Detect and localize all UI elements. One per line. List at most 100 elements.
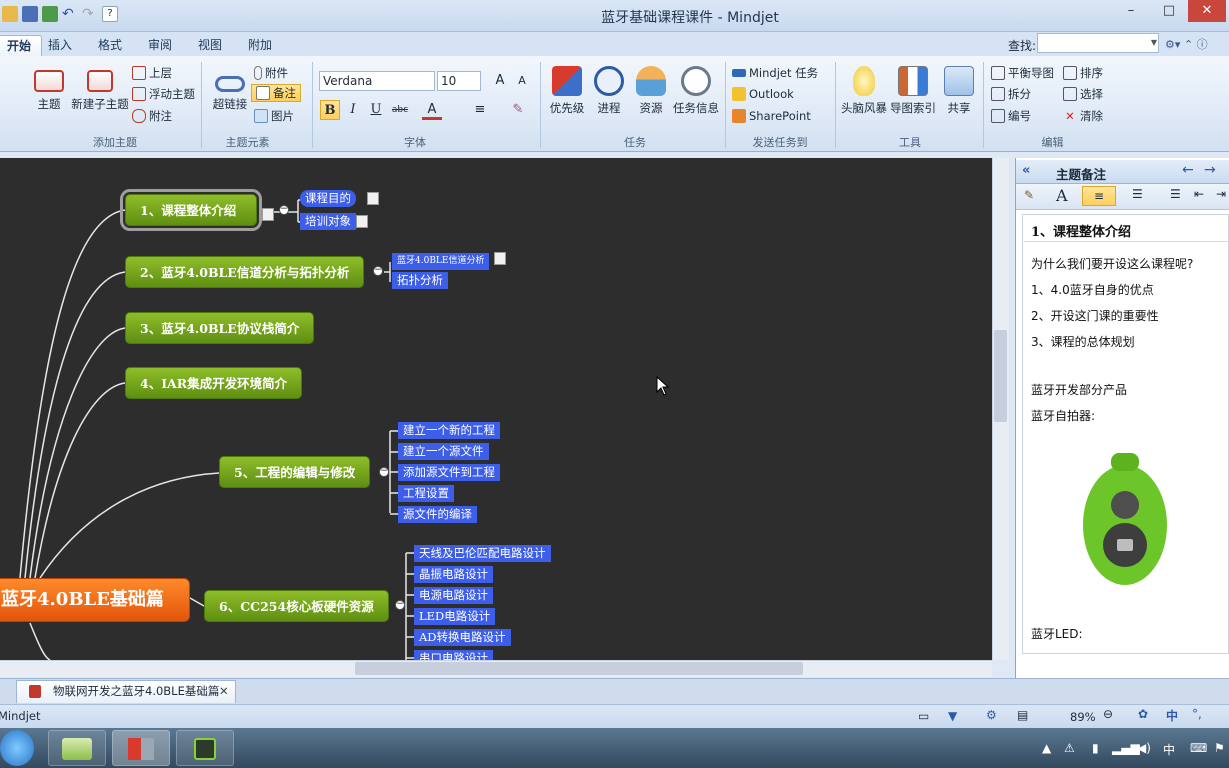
task-info-button[interactable]: 任务信息 <box>672 66 720 116</box>
taskbar-app-explorer[interactable] <box>48 730 106 766</box>
numbering-button[interactable]: 编号 <box>991 107 1031 125</box>
tab-review[interactable]: 审阅 <box>138 35 182 56</box>
sort-button[interactable]: 排序 <box>1063 64 1103 82</box>
signal-icon[interactable]: ▂▄▆ <box>1112 741 1140 755</box>
map-topic-1[interactable]: 1、课程整体介绍 <box>120 189 262 231</box>
ime-indicator[interactable]: 中 <box>1163 741 1175 758</box>
shrink-font-icon[interactable]: A <box>512 71 532 91</box>
map-topic-4[interactable]: 4、IAR集成开发环境简介 <box>125 367 303 399</box>
ribbon-help-icons[interactable]: ⚙▾ ⌃ ⓘ <box>1165 36 1225 52</box>
callout-button[interactable]: 附注 <box>132 107 172 125</box>
map-subtopic[interactable]: LED电路设计 <box>414 608 496 625</box>
undo-icon[interactable]: ↶ <box>62 6 78 22</box>
collapse-icon[interactable]: − <box>379 467 389 477</box>
priority-button[interactable]: 优先级 <box>548 66 586 116</box>
outlook-button[interactable]: Outlook <box>732 85 794 103</box>
map-subtopic[interactable]: 源文件的编译 <box>398 506 477 523</box>
hyperlink-button[interactable]: 超链接 <box>210 66 250 112</box>
note-icon[interactable] <box>494 252 506 265</box>
map-canvas[interactable]: 1、课程整体介绍 − 课程目的 培训对象 2、蓝牙4.0BLE信道分析与拓扑分析… <box>0 158 992 660</box>
collapse-icon[interactable]: − <box>395 600 405 610</box>
note-icon[interactable] <box>262 208 274 221</box>
save-icon[interactable] <box>22 6 38 22</box>
image-button[interactable]: 图片 <box>254 107 294 125</box>
indent-icon[interactable]: ⇥ <box>1216 187 1226 201</box>
font-icon[interactable]: A <box>1056 186 1068 205</box>
map-subtopic[interactable]: 培训对象 <box>300 213 356 230</box>
align-icon[interactable]: ≡ <box>470 100 490 120</box>
balance-map-button[interactable]: 平衡导图 <box>991 64 1054 82</box>
redo-icon[interactable]: ↷ <box>82 6 98 22</box>
map-topic-3[interactable]: 3、蓝牙4.0BLE协议栈简介 <box>125 312 315 344</box>
show-hidden-icons[interactable]: ▲ <box>1042 741 1051 755</box>
close-button[interactable]: ✕ <box>1188 0 1226 22</box>
tab-insert[interactable]: 插入 <box>38 35 82 56</box>
maximize-button[interactable]: □ <box>1150 0 1188 22</box>
map-subtopic[interactable]: 添加源文件到工程 <box>398 464 500 481</box>
tab-view[interactable]: 视图 <box>188 35 232 56</box>
map-subtopic[interactable]: 串口电路设计 <box>414 650 493 660</box>
notes-editor[interactable]: 1、课程整体介绍 为什么我们要开设这么课程呢? 1、4.0蓝牙自身的优点 2、开… <box>1022 214 1229 654</box>
action-center-icon[interactable]: ⚑ <box>1214 741 1225 755</box>
map-subtopic[interactable]: 工程设置 <box>398 485 454 502</box>
taskbar-app-recorder[interactable] <box>176 730 234 766</box>
zoom-out-icon[interactable]: ⊖ <box>1103 707 1113 721</box>
battery-icon[interactable]: ▮ <box>1092 741 1099 755</box>
bullet-list-icon[interactable]: ☰ <box>1170 187 1181 201</box>
taskbar-app-mindjet[interactable] <box>112 730 170 766</box>
help-icon[interactable]: ? <box>102 6 118 22</box>
close-tab-icon[interactable]: ✕ <box>219 681 229 702</box>
numbered-list-icon[interactable]: ☰ <box>1132 187 1143 201</box>
map-subtopic[interactable]: 课程目的 <box>300 190 356 207</box>
map-subtopic[interactable]: AD转换电路设计 <box>414 629 511 646</box>
strikethrough-button[interactable]: abc <box>390 100 410 120</box>
format-painter-icon[interactable]: ✎ <box>1024 188 1034 202</box>
font-family-select[interactable]: Verdana <box>319 71 435 91</box>
map-index-button[interactable]: 导图索引 <box>889 66 937 116</box>
map-topic-2[interactable]: 2、蓝牙4.0BLE信道分析与拓扑分析 <box>125 256 365 288</box>
horizontal-scroll-thumb[interactable] <box>355 662 803 675</box>
tab-home[interactable]: 开始 <box>0 35 43 56</box>
folder-icon[interactable] <box>2 6 18 22</box>
tab-addins[interactable]: 附加 <box>238 35 282 56</box>
topic-button[interactable]: 主题 <box>32 66 66 112</box>
network-warning-icon[interactable]: ⚠ <box>1064 741 1075 755</box>
map-subtopic[interactable]: 拓扑分析 <box>392 272 448 289</box>
new-subtopic-button[interactable]: 新建子主题 <box>70 66 130 112</box>
map-topic-5[interactable]: 5、工程的编辑与修改 <box>219 456 371 488</box>
keyboard-icon[interactable]: ⌨ <box>1190 741 1207 755</box>
split-button[interactable]: 拆分 <box>991 85 1031 103</box>
volume-icon[interactable]: ◀) <box>1137 741 1151 755</box>
document-tab[interactable]: 物联网开发之蓝牙4.0BLE基础篇 ✕ <box>16 680 236 703</box>
save-check-icon[interactable] <box>42 6 58 22</box>
notes-button[interactable]: 备注 <box>251 84 301 102</box>
sharepoint-button[interactable]: SharePoint <box>732 107 811 125</box>
ime-paw-icon[interactable]: ✿ <box>1138 707 1148 721</box>
minimize-button[interactable]: – <box>1112 0 1150 22</box>
chevron-down-icon[interactable]: ▼ <box>1148 33 1160 53</box>
outline-view-icon[interactable]: ▤ <box>1017 708 1028 722</box>
outdent-icon[interactable]: ⇤ <box>1194 187 1204 201</box>
fit-map-icon[interactable]: ▭ <box>918 709 929 723</box>
progress-button[interactable]: 进程 <box>592 66 626 116</box>
note-icon[interactable] <box>367 192 379 205</box>
brainstorm-button[interactable]: 头脑风暴 <box>840 66 888 116</box>
central-topic[interactable]: 蓝牙4.0BLE基础篇 <box>0 578 190 622</box>
grow-font-icon[interactable]: A <box>490 71 510 91</box>
resource-button[interactable]: 资源 <box>634 66 668 116</box>
map-subtopic[interactable]: 建立一个源文件 <box>398 443 489 460</box>
align-left-icon[interactable]: ≡ <box>1082 186 1116 206</box>
map-topic-6[interactable]: 6、CC254核心板硬件资源 <box>204 590 389 622</box>
ime-punctuation-icon[interactable]: °, <box>1192 707 1202 721</box>
collapse-panel-icon[interactable]: « <box>1022 163 1030 178</box>
bold-button[interactable]: B <box>320 100 340 120</box>
map-view-icon[interactable]: ⚙ <box>986 708 997 722</box>
map-subtopic[interactable]: 晶振电路设计 <box>414 566 493 583</box>
floating-topic-button[interactable]: 浮动主题 <box>132 85 195 103</box>
select-button[interactable]: 选择 <box>1063 85 1103 103</box>
share-button[interactable]: 共享 <box>944 66 974 116</box>
font-color-icon[interactable]: A <box>422 100 442 120</box>
ime-chinese-indicator[interactable]: 中 <box>1166 707 1178 724</box>
italic-button[interactable]: I <box>343 100 363 120</box>
attachment-button[interactable]: 附件 <box>254 64 288 82</box>
